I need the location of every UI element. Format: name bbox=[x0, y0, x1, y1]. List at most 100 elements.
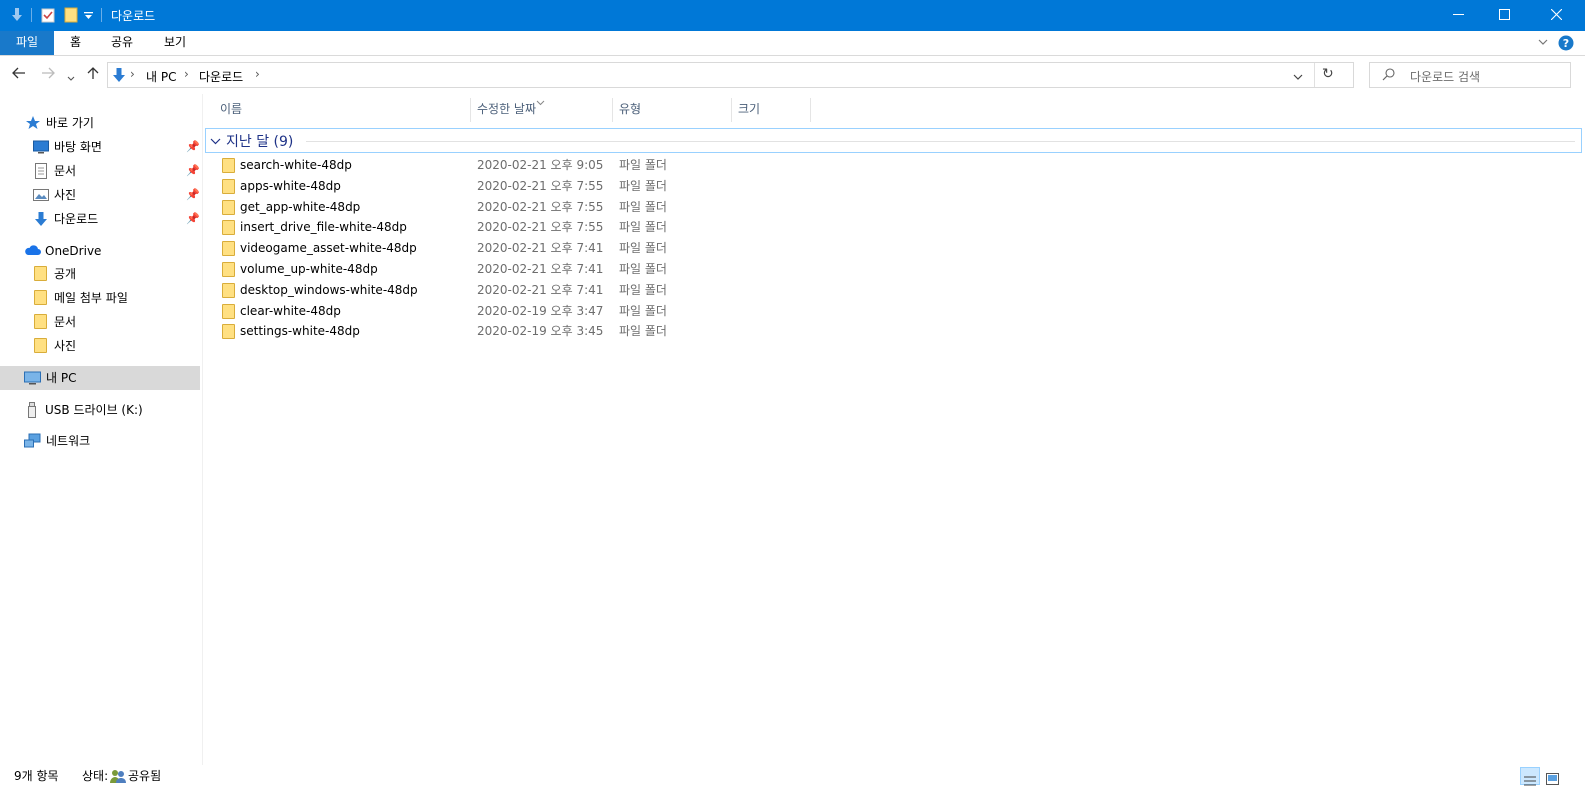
sidebar-item-documents[interactable]: 문서 📌 bbox=[0, 159, 200, 183]
sidebar-item-email-attachments[interactable]: 메일 첨부 파일 bbox=[0, 286, 200, 310]
table-row[interactable]: search-white-48dp 2020-02-21 오후 9:05 파일 폴더 bbox=[205, 155, 805, 176]
minimize-button[interactable] bbox=[1435, 0, 1481, 31]
recent-locations-icon[interactable] bbox=[67, 70, 75, 86]
customize-qa-icon[interactable] bbox=[84, 10, 93, 26]
breadcrumb-this-pc[interactable]: 내 PC bbox=[146, 68, 176, 85]
table-row[interactable]: videogame_asset-white-48dp 2020-02-21 오후 … bbox=[205, 238, 805, 259]
group-label: 지난 달 (9) bbox=[226, 134, 294, 150]
sidebar-item-label: 문서 bbox=[54, 164, 77, 178]
folder-icon bbox=[34, 290, 50, 306]
table-row[interactable]: insert_drive_file-white-48dp 2020-02-21 오… bbox=[205, 217, 805, 238]
breadcrumb-downloads[interactable]: 다운로드 bbox=[199, 68, 243, 85]
pin-icon[interactable]: 📌 bbox=[186, 207, 200, 231]
file-name: videogame_asset-white-48dp bbox=[240, 241, 417, 256]
collapse-group-icon[interactable] bbox=[210, 135, 221, 149]
address-bar[interactable]: › 내 PC › 다운로드 › ↻ bbox=[107, 62, 1354, 88]
file-type: 파일 폴더 bbox=[619, 241, 667, 256]
document-icon bbox=[33, 163, 49, 179]
back-icon[interactable] bbox=[12, 66, 26, 84]
table-row[interactable]: apps-white-48dp 2020-02-21 오후 7:55 파일 폴더 bbox=[205, 176, 805, 197]
details-view-button[interactable] bbox=[1520, 767, 1540, 786]
refresh-icon[interactable]: ↻ bbox=[1322, 66, 1334, 82]
table-row[interactable]: clear-white-48dp 2020-02-19 오후 3:47 파일 폴더 bbox=[205, 301, 805, 322]
tab-home[interactable]: 홈 bbox=[56, 31, 95, 55]
cloud-icon bbox=[24, 243, 41, 259]
minimize-icon bbox=[1452, 9, 1464, 23]
shared-users-icon bbox=[110, 768, 126, 791]
file-type: 파일 폴더 bbox=[619, 282, 667, 297]
search-icon bbox=[1382, 68, 1395, 84]
column-header-name[interactable]: 이름 bbox=[220, 94, 242, 124]
sidebar-item-label: 사진 bbox=[54, 339, 77, 353]
file-name: desktop_windows-white-48dp bbox=[240, 282, 418, 297]
sidebar-item-quick-access[interactable]: 바로 가기 bbox=[0, 111, 200, 135]
title-bar: 다운로드 bbox=[0, 0, 1585, 31]
tab-file[interactable]: 파일 bbox=[0, 31, 55, 55]
sidebar-item-onedrive-pictures[interactable]: 사진 bbox=[0, 334, 200, 358]
table-row[interactable]: desktop_windows-white-48dp 2020-02-21 오후 … bbox=[205, 280, 805, 301]
column-header-type[interactable]: 유형 bbox=[619, 94, 641, 124]
sidebar-item-label: 사진 bbox=[54, 188, 77, 202]
file-name: volume_up-white-48dp bbox=[240, 262, 378, 276]
sidebar-item-usb-drive[interactable]: USB 드라이브 (K:) bbox=[0, 398, 200, 422]
maximize-button[interactable] bbox=[1481, 0, 1527, 31]
table-row[interactable]: get_app-white-48dp 2020-02-21 오후 7:55 파일 폴… bbox=[205, 197, 805, 218]
file-date: 2020-02-19 오후 3:47 bbox=[477, 303, 604, 318]
search-input[interactable]: 다운로드 검색 bbox=[1369, 62, 1571, 88]
file-type: 파일 폴더 bbox=[619, 158, 667, 172]
large-icons-view-button[interactable] bbox=[1543, 767, 1563, 785]
address-row: › 내 PC › 다운로드 › ↻ 다운로드 검색 bbox=[0, 56, 1585, 94]
close-button[interactable] bbox=[1527, 0, 1585, 31]
file-name: apps-white-48dp bbox=[240, 178, 341, 193]
sidebar-item-label: 메일 첨부 파일 bbox=[54, 291, 128, 305]
sidebar-item-label: 다운로드 bbox=[54, 212, 99, 226]
file-name: get_app-white-48dp bbox=[240, 199, 361, 214]
breadcrumb-chevron-icon: › bbox=[130, 67, 135, 81]
folder-icon bbox=[34, 338, 50, 354]
sidebar-item-onedrive[interactable]: OneDrive bbox=[0, 239, 200, 263]
file-date: 2020-02-21 오후 7:55 bbox=[477, 178, 604, 193]
folder-icon bbox=[222, 282, 235, 298]
file-date: 2020-02-21 오후 9:05 bbox=[477, 158, 604, 172]
tab-view[interactable]: 보기 bbox=[150, 31, 200, 55]
properties-icon[interactable] bbox=[40, 7, 56, 23]
pin-icon[interactable]: 📌 bbox=[186, 135, 200, 159]
downloads-icon bbox=[111, 67, 127, 86]
sidebar-item-desktop[interactable]: 바탕 화면 📌 bbox=[0, 135, 200, 159]
maximize-icon bbox=[1498, 8, 1510, 23]
sidebar-item-onedrive-documents[interactable]: 문서 bbox=[0, 310, 200, 334]
forward-icon[interactable] bbox=[41, 66, 55, 84]
table-row[interactable]: volume_up-white-48dp 2020-02-21 오후 7:41 파일… bbox=[205, 259, 805, 280]
file-name: search-white-48dp bbox=[240, 158, 352, 172]
tab-share[interactable]: 공유 bbox=[97, 31, 147, 55]
table-row[interactable]: settings-white-48dp 2020-02-19 오후 3:45 파일 … bbox=[205, 321, 805, 342]
expand-ribbon-icon[interactable] bbox=[1537, 36, 1549, 51]
help-icon[interactable]: ? bbox=[1558, 35, 1574, 54]
file-name: settings-white-48dp bbox=[240, 324, 360, 339]
status-bar: 9개 항목 상태: 공유됨 bbox=[0, 765, 1585, 789]
up-icon[interactable] bbox=[86, 66, 100, 84]
file-type: 파일 폴더 bbox=[619, 178, 667, 193]
state-value: 공유됨 bbox=[128, 769, 162, 783]
sidebar-item-network[interactable]: 네트워크 bbox=[0, 429, 200, 453]
sidebar-item-this-pc[interactable]: 내 PC bbox=[0, 366, 200, 390]
navigation-pane: 바로 가기 바탕 화면 📌 문서 📌 사진 📌 다운로드 📌 OneDrive bbox=[0, 94, 203, 765]
file-name: clear-white-48dp bbox=[240, 303, 341, 318]
column-header-date[interactable]: 수정한 날짜 bbox=[477, 94, 536, 124]
column-header-size[interactable]: 크기 bbox=[738, 94, 760, 124]
sidebar-item-pictures[interactable]: 사진 📌 bbox=[0, 183, 200, 207]
address-dropdown-icon[interactable] bbox=[1293, 70, 1303, 84]
file-type: 파일 폴더 bbox=[619, 199, 667, 214]
sidebar-item-downloads[interactable]: 다운로드 📌 bbox=[0, 207, 200, 231]
svg-text:?: ? bbox=[1563, 37, 1569, 50]
pin-icon[interactable]: 📌 bbox=[186, 159, 200, 183]
folder-icon bbox=[222, 303, 235, 319]
sidebar-item-label: USB 드라이브 (K:) bbox=[45, 403, 143, 417]
star-icon bbox=[25, 115, 41, 131]
pin-icon[interactable]: 📌 bbox=[186, 183, 200, 207]
new-folder-icon[interactable] bbox=[64, 7, 80, 23]
sidebar-item-public[interactable]: 공개 bbox=[0, 262, 200, 286]
folder-icon bbox=[34, 314, 50, 330]
group-header[interactable]: 지난 달 (9) bbox=[205, 128, 1582, 153]
sidebar-item-label: 바로 가기 bbox=[46, 116, 94, 130]
